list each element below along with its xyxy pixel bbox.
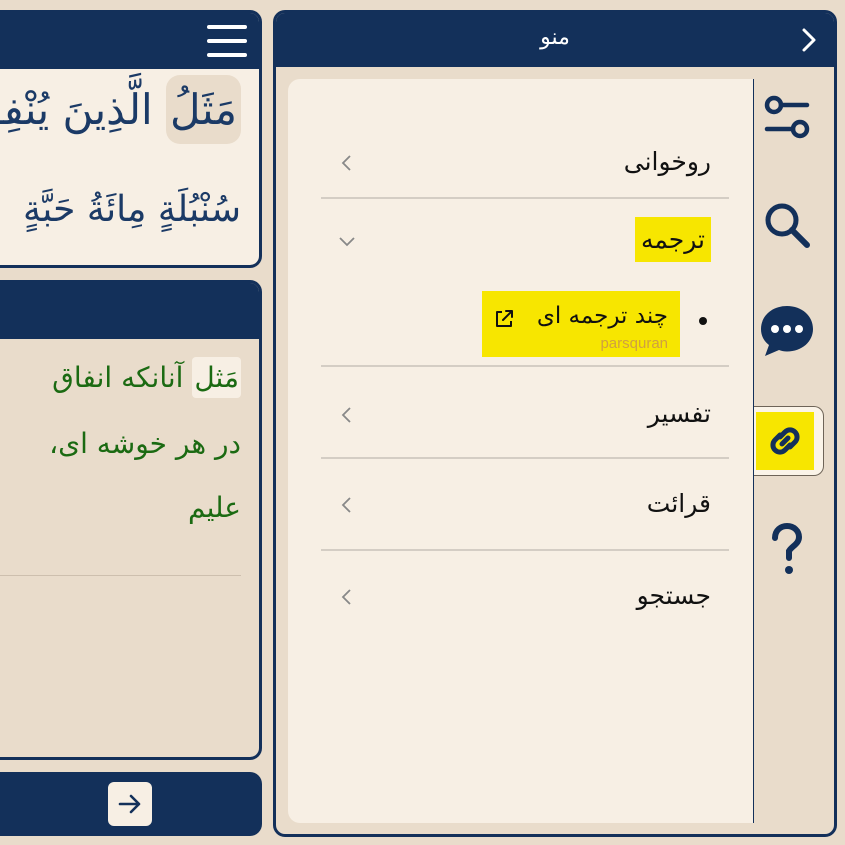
menu-item-reading[interactable]: روخوانی [321, 109, 729, 199]
menu-title: منو [540, 25, 570, 50]
menu-item-label: جستجو [636, 581, 711, 610]
hamburger-menu-icon[interactable] [207, 25, 247, 57]
menu-item-search[interactable]: جستجو [321, 553, 729, 643]
highlighted-word[interactable]: مَثَلُ [166, 75, 241, 144]
bottom-nav-bar [0, 772, 262, 836]
menu-item-recitation[interactable]: قرائت [321, 461, 729, 551]
link-icon [756, 412, 814, 470]
translation-line-2: در هر خوشه ای، [49, 427, 241, 460]
sliders-glyph [764, 95, 810, 139]
menu-item-tafsir[interactable]: تفسیر [321, 369, 729, 459]
divider [0, 575, 241, 576]
collapse-menu-button[interactable] [794, 23, 824, 57]
submenu-item-multi-translation[interactable]: چند ترجمه ای parsquran [482, 291, 680, 357]
arabic-verse-line-1: مَثَلُ الَّذِينَ يُنْفِقُونَ [0, 75, 241, 144]
menu-item-label: ترجمه [634, 217, 711, 262]
question-mark-glyph [772, 522, 803, 574]
arrow-right-icon [118, 794, 141, 814]
menu-item-label: قرائت [646, 489, 711, 518]
magnifier-glyph [765, 203, 810, 248]
help-icon[interactable] [757, 519, 817, 579]
next-arrow-button[interactable] [108, 782, 152, 826]
highlighted-translation-word[interactable]: مَثل [192, 357, 241, 398]
settings-sliders-icon[interactable] [757, 87, 817, 147]
chevron-left-icon [341, 407, 351, 423]
chain-link-glyph [770, 427, 800, 455]
menu-item-label: تفسیر [647, 399, 711, 428]
arabic-verse-line-2: سُنْبُلَةٍ مِائَةُ حَبَّةٍ [23, 189, 241, 230]
chat-icon[interactable] [757, 301, 817, 361]
submenu-item-label: چند ترجمه ای [536, 303, 668, 329]
rail-tab-links[interactable] [754, 406, 824, 476]
translation-text: آنانکه انفاق [52, 361, 184, 394]
reader-header [0, 13, 259, 69]
quran-text-card: مَثَلُ الَّذِينَ يُنْفِقُونَ سُنْبُلَةٍ … [0, 10, 262, 268]
chevron-left-icon [341, 589, 351, 605]
chevron-right-icon [802, 28, 816, 52]
chevron-down-icon [339, 237, 355, 247]
menu-list: روخوانی ترجمه چند ترجمه ای parsquran تفس… [288, 79, 754, 823]
translation-line-3: علیم [187, 491, 241, 524]
menu-header: منو [276, 13, 834, 67]
translation-line-1: مَثل آنانکه انفاق [52, 357, 241, 398]
translation-card: مَثل آنانکه انفاق در هر خوشه ای، علیم [0, 280, 262, 760]
arabic-text: الَّذِينَ يُنْفِقُونَ [0, 85, 153, 134]
chevron-left-icon [341, 497, 351, 513]
menu-panel: منو روخوانی ترجمه چند ترجمه ای parsquran [273, 10, 837, 837]
list-bullet [699, 317, 707, 325]
chat-bubble-glyph [761, 306, 813, 356]
menu-item-label: روخوانی [623, 147, 711, 176]
external-link-icon [496, 310, 513, 327]
chevron-left-icon [341, 155, 351, 171]
search-icon[interactable] [757, 195, 817, 255]
translation-header [0, 283, 259, 339]
source-label: parsquran [600, 335, 668, 352]
